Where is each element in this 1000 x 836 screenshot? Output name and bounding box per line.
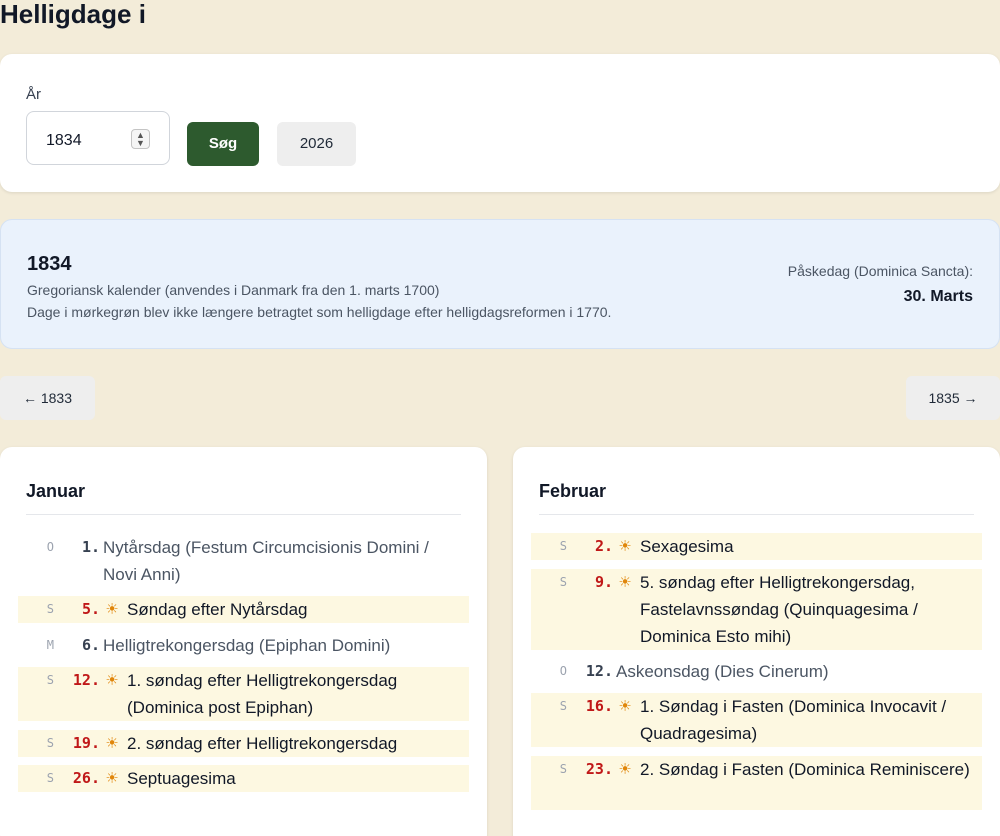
weekday-letter: S: [46, 771, 54, 785]
sun-icon: ☀: [618, 698, 632, 715]
weekday-letter: S: [46, 673, 54, 687]
holiday-row: O 1. Nytårsdag (Festum Circumcisionis Do…: [18, 534, 469, 588]
weekday-letter: S: [46, 736, 54, 750]
month-card-februar: Februar S 2. ☀ Sexagesima S 9. ☀ 5. sønd…: [513, 447, 1000, 836]
month-title: Januar: [26, 481, 86, 501]
day-number: 5.: [81, 600, 100, 618]
reform-note: Dage i mørkegrøn blev ikke længere betra…: [27, 304, 612, 320]
day-number: 9.: [594, 573, 613, 591]
holiday-row: S 2. ☀ Sexagesima: [531, 533, 982, 560]
holiday-row: S 5. ☀ Søndag efter Nytårsdag: [18, 596, 469, 623]
weekday-letter: S: [559, 762, 567, 776]
month-title: Februar: [539, 481, 607, 501]
prev-year-button[interactable]: ← 1833: [0, 376, 95, 420]
holiday-name: Nytårsdag (Festum Circumcisionis Domini …: [103, 538, 429, 584]
day-number: 16.: [585, 697, 613, 715]
holiday-row: O 12. Askeonsdag (Dies Cinerum): [531, 658, 982, 685]
holiday-row: S 23. ☀ 2. Søndag i Fasten (Dominica Rem…: [531, 756, 982, 810]
day-number: 2.: [594, 537, 613, 555]
weekday-letter: O: [559, 664, 567, 678]
year-label: År: [26, 86, 41, 103]
holiday-name: Sexagesima: [640, 537, 734, 556]
sun-icon: ☀: [105, 672, 119, 689]
year-input-value: 1834: [46, 132, 82, 149]
page-title: Helligdage i: [0, 0, 146, 29]
easter-date: 30. Marts: [903, 288, 973, 305]
day-number: 26.: [72, 769, 100, 787]
holiday-row: S 19. ☀ 2. søndag efter Helligtrekongers…: [18, 730, 469, 757]
holiday-name: 2. Søndag i Fasten (Dominica Reminiscere…: [640, 760, 970, 779]
holiday-name: 5. søndag efter Helligtrekongersdag, Fas…: [640, 573, 918, 646]
holiday-name: 2. søndag efter Helligtrekongersdag: [127, 734, 398, 753]
year-input[interactable]: 1834 ▲ ▼: [26, 111, 170, 165]
sun-icon: ☀: [105, 601, 119, 618]
weekday-letter: S: [559, 575, 567, 589]
holiday-name: Søndag efter Nytårsdag: [127, 600, 308, 619]
holiday-row: S 12. ☀ 1. søndag efter Helligtrekongers…: [18, 667, 469, 721]
sun-icon: ☀: [618, 574, 632, 591]
holiday-name: Askeonsdag (Dies Cinerum): [616, 662, 829, 681]
calendar-info: Gregoriansk kalender (anvendes i Danmark…: [27, 282, 440, 298]
spinner-icon[interactable]: ▲ ▼: [131, 129, 150, 149]
day-number: 6.: [81, 636, 100, 654]
search-button[interactable]: Søg: [187, 122, 259, 166]
holiday-row: S 9. ☀ 5. søndag efter Helligtrekongersd…: [531, 569, 982, 650]
sun-icon: ☀: [105, 770, 119, 787]
sun-icon: ☀: [618, 538, 632, 555]
holiday-row: S 26. ☀ Septuagesima: [18, 765, 469, 792]
month-card-januar: Januar O 1. Nytårsdag (Festum Circumcisi…: [0, 447, 487, 836]
weekday-letter: S: [46, 602, 54, 616]
info-year: 1834: [27, 253, 72, 275]
day-number: 12.: [72, 671, 100, 689]
day-number: 19.: [72, 734, 100, 752]
weekday-letter: S: [559, 539, 567, 553]
holiday-name: 1. søndag efter Helligtrekongersdag (Dom…: [127, 671, 398, 717]
holiday-row: M 6. Helligtrekongersdag (Epiphan Domini…: [18, 632, 469, 659]
weekday-letter: S: [559, 699, 567, 713]
holiday-name: 1. Søndag i Fasten (Dominica Invocavit /…: [640, 697, 947, 743]
current-year-button[interactable]: 2026: [277, 122, 356, 166]
weekday-letter: M: [46, 638, 54, 652]
day-number: 23.: [585, 760, 613, 778]
holiday-name: Septuagesima: [127, 769, 236, 788]
sun-icon: ☀: [618, 761, 632, 778]
day-number: 1.: [81, 538, 100, 556]
easter-label: Påskedag (Dominica Sancta):: [787, 263, 973, 279]
weekday-letter: O: [46, 540, 54, 554]
holiday-name: Helligtrekongersdag (Epiphan Domini): [103, 636, 391, 655]
sun-icon: ☀: [105, 735, 119, 752]
day-number: 12.: [585, 662, 613, 680]
next-year-button[interactable]: 1835 →: [906, 376, 1000, 420]
month-divider: [26, 514, 461, 515]
holiday-row: S 16. ☀ 1. Søndag i Fasten (Dominica Inv…: [531, 693, 982, 747]
month-divider: [539, 514, 974, 515]
